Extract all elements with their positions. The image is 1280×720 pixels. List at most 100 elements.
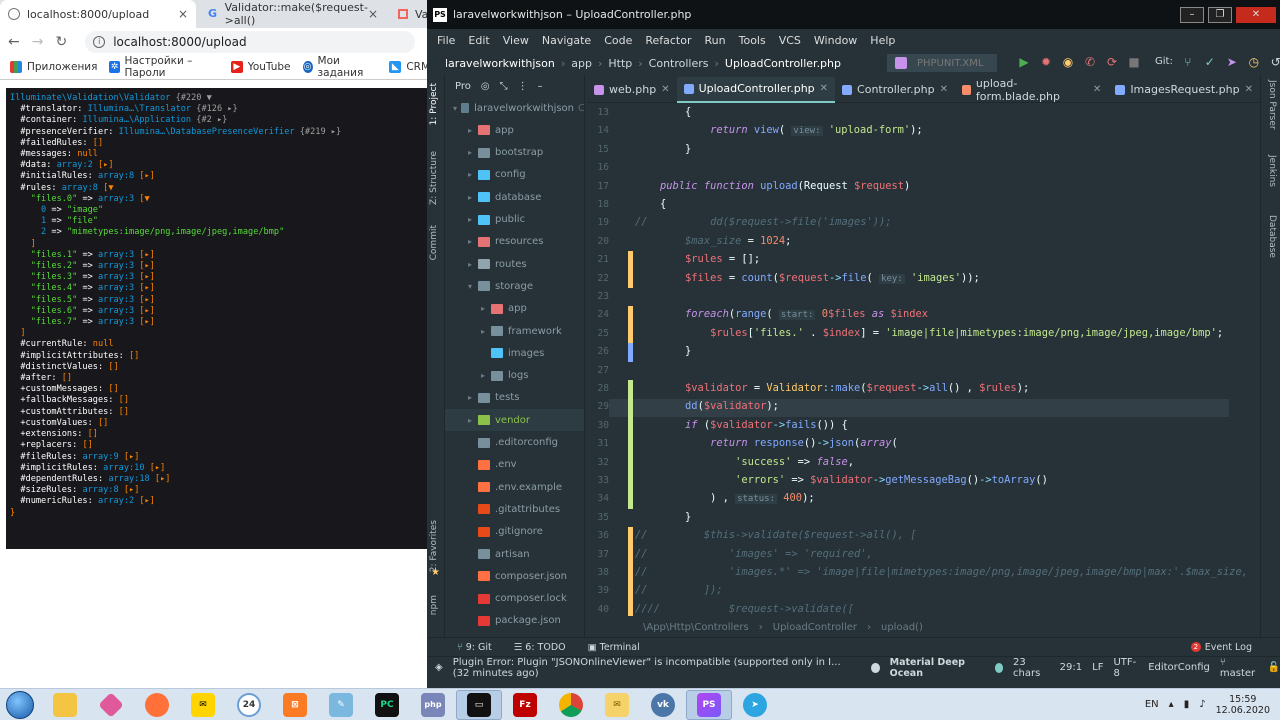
taskbar-pycharm[interactable]: PC (364, 690, 410, 720)
phone-icon[interactable]: ✆ (1083, 55, 1097, 69)
chevron-right-icon[interactable]: ▸ (477, 304, 489, 313)
git-push-icon[interactable]: ➤ (1225, 55, 1239, 69)
code-line[interactable]: return view( view: 'upload-form'); (635, 124, 923, 137)
git-tool-button[interactable]: ⑂ 9: Git (457, 642, 492, 653)
menu-file[interactable]: File (437, 34, 455, 47)
menu-refactor[interactable]: Refactor (645, 34, 691, 47)
tree-item[interactable]: ▸ vendor (445, 409, 584, 432)
tree-item[interactable]: package.json (445, 610, 584, 632)
hide-icon[interactable]: – (538, 81, 543, 92)
code-line[interactable]: foreach(range( start: 0$files as $index (635, 308, 928, 321)
vcs-change-marker[interactable] (628, 582, 633, 601)
editor-tab[interactable]: UploadController.php ✕ (676, 76, 836, 103)
tree-item[interactable]: ▸ public (445, 209, 584, 231)
terminal-tool-button[interactable]: ▣ Terminal (588, 642, 640, 653)
vcs-change-marker[interactable] (628, 600, 633, 616)
tree-item[interactable]: images (445, 342, 584, 364)
git-commit-icon[interactable]: ✓ (1203, 55, 1217, 69)
code-line[interactable]: { (635, 106, 691, 118)
todo-tool-button[interactable]: ☰ 6: TODO (514, 642, 566, 653)
code-line[interactable]: public function upload(Request $request) (635, 180, 910, 192)
menu-view[interactable]: View (503, 34, 529, 47)
bookmark-youtube[interactable]: ▶ YouTube (230, 61, 291, 73)
taskbar-firefox[interactable] (134, 690, 180, 720)
nav-crumb[interactable]: Controllers (649, 57, 709, 70)
taskbar-vk[interactable]: vk (640, 690, 686, 720)
chevron-right-icon[interactable]: ▸ (464, 215, 476, 224)
chevron-right-icon[interactable]: ▸ (464, 170, 476, 179)
code-line[interactable]: if ($validator->fails()) { (635, 419, 848, 431)
menu-help[interactable]: Help (870, 34, 895, 47)
language-indicator[interactable]: EN (1145, 699, 1159, 710)
close-tab-icon[interactable]: × (178, 7, 188, 21)
browser-tab[interactable]: G Validator::make($request->all() × (200, 0, 386, 28)
vcs-change-marker[interactable] (628, 490, 633, 509)
tab-json-parser[interactable]: Json Parser (1267, 80, 1277, 130)
vcs-change-marker[interactable] (628, 453, 633, 472)
code-line[interactable]: //// $request->validate([ (635, 603, 854, 615)
taskbar-counter[interactable]: 24 (226, 690, 272, 720)
taskbar-xampp[interactable]: ⊠ (272, 690, 318, 720)
chevron-right-icon[interactable]: ▸ (464, 416, 476, 425)
target-icon[interactable]: ◎ (481, 81, 490, 92)
vcs-change-marker[interactable] (628, 472, 633, 491)
start-button[interactable] (6, 690, 34, 719)
editor-tab[interactable]: web.php ✕ (587, 77, 677, 103)
code-line[interactable]: 'success' => false, (635, 456, 854, 468)
tray-expand-icon[interactable]: ▴ (1169, 699, 1174, 710)
vcs-change-marker[interactable] (628, 564, 633, 583)
tree-item[interactable]: .env.example (445, 476, 584, 498)
browser-tab[interactable]: Va (390, 0, 430, 28)
code-line[interactable]: $rules['files.' . $index] = 'image|file|… (635, 327, 1223, 339)
bookmark-passwords[interactable]: ✲ Настройки – Пароли (109, 55, 218, 79)
chevron-right-icon[interactable]: ▸ (464, 237, 476, 246)
code-editor[interactable]: 13 {14 return view( view: 'upload-form')… (587, 104, 1260, 616)
vcs-change-marker[interactable] (628, 269, 633, 288)
profile-icon[interactable]: ⟳ (1105, 55, 1119, 69)
coverage-icon[interactable]: ◉ (1061, 55, 1075, 69)
forward-icon[interactable]: → (32, 34, 44, 50)
taskbar-telegram[interactable]: ➤ (732, 690, 778, 720)
close-tab-icon[interactable]: ✕ (940, 84, 948, 95)
code-line[interactable]: { (635, 198, 666, 210)
tab-jenkins[interactable]: Jenkins (1267, 155, 1277, 187)
file-encoding[interactable]: UTF-8 (1113, 657, 1138, 679)
taskbar-chrome[interactable] (548, 690, 594, 720)
clock[interactable]: 15:59 12.06.2020 (1216, 694, 1270, 716)
code-line[interactable]: $rules = []; (635, 253, 760, 265)
nav-crumb[interactable]: Http (608, 57, 632, 70)
line-separator[interactable]: LF (1092, 662, 1103, 673)
history-icon[interactable]: ◷ (1247, 55, 1261, 69)
chevron-right-icon[interactable]: ▸ (464, 393, 476, 402)
taskbar-chat[interactable]: ✉ (180, 690, 226, 720)
code-line[interactable]: // dd($request->file('images')); (635, 216, 891, 228)
tree-item[interactable]: .gitattributes (445, 498, 584, 520)
code-line[interactable]: } (635, 345, 691, 357)
browser-tab-active[interactable]: localhost:8000/upload × (0, 0, 196, 28)
tree-item[interactable]: ▸ logs (445, 365, 584, 387)
code-line[interactable]: // $this->validate($request->all(), [ (635, 529, 917, 541)
editor-tab[interactable]: Controller.php ✕ (835, 77, 955, 103)
chevron-down-icon[interactable]: ▾ (451, 104, 459, 113)
bookmark-tasks[interactable]: ◎ Мои задания (302, 55, 378, 79)
tree-item[interactable]: ▸ framework (445, 320, 584, 342)
vcs-change-marker[interactable] (628, 435, 633, 454)
tree-item[interactable]: artisan (445, 543, 584, 565)
collapse-icon[interactable]: ⤡ (500, 81, 508, 92)
tab-project[interactable]: 1: Project (429, 83, 439, 125)
theme-name[interactable]: Material Deep Ocean (890, 657, 985, 679)
menu-run[interactable]: Run (705, 34, 726, 47)
taskbar-explorer[interactable] (42, 690, 88, 720)
code-line[interactable]: $max_size = 1024; (635, 235, 791, 247)
chevron-right-icon[interactable]: ▸ (464, 193, 476, 202)
editor-tab[interactable]: upload-form.blade.php ✕ (955, 77, 1108, 103)
code-line[interactable]: $files = count($request->file( key: 'ima… (635, 272, 980, 284)
code-line[interactable]: // ]); (635, 584, 723, 596)
taskbar-mail[interactable]: ✉ (594, 690, 640, 720)
close-tab-icon[interactable]: ✕ (1245, 84, 1253, 95)
code-line[interactable]: // 'images' => 'required', (635, 548, 873, 560)
tree-item[interactable]: ▸ app (445, 298, 584, 320)
network-icon[interactable]: ▮ (1184, 699, 1190, 710)
chevron-right-icon[interactable]: ▸ (464, 260, 476, 269)
tree-item[interactable]: ▸ tests (445, 387, 584, 409)
